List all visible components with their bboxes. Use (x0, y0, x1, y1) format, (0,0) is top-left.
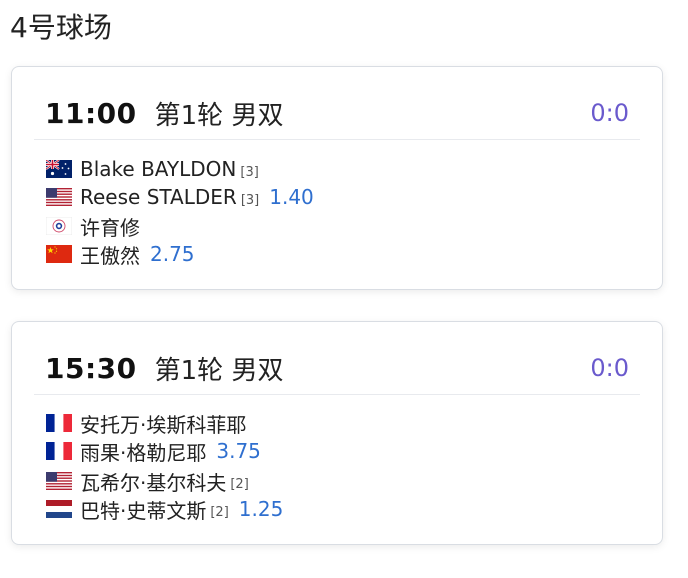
player-name: 王傲然 (80, 243, 140, 268)
team-odds[interactable]: 1.25 (239, 497, 284, 521)
player-row: 瓦希尔·基尔科夫 [2] (46, 467, 283, 495)
court-title: 4号球场 (10, 11, 112, 44)
team: 瓦希尔·基尔科夫 [2] 巴特·史蒂文斯 [2] 1.25 (46, 467, 283, 523)
match-round: 第1轮 男双 (154, 100, 284, 131)
player-name: 安托万·埃斯科菲耶 (80, 412, 247, 437)
australia-flag-icon (46, 160, 72, 178)
player-name: 许育修 (80, 215, 140, 240)
player-seed: [3] (240, 192, 260, 208)
match-score[interactable]: 0:0 (590, 99, 629, 127)
netherlands-flag-icon (46, 500, 72, 518)
divider (34, 394, 640, 395)
match-header: 11:00 第1轮 男双 0:0 (45, 93, 629, 133)
france-flag-icon (46, 414, 72, 432)
china-flag-icon (46, 245, 72, 263)
team-odds[interactable]: 3.75 (216, 439, 261, 463)
match-card[interactable]: 11:00 第1轮 男双 0:0 Blake BAYLDON [3] Reese… (11, 66, 663, 290)
player-row: 王傲然 2.75 (46, 240, 195, 268)
player-row: 安托万·埃斯科菲耶 (46, 409, 261, 437)
team-odds[interactable]: 1.40 (269, 185, 314, 209)
team: 安托万·埃斯科菲耶 雨果·格勒尼耶 3.75 (46, 409, 261, 465)
player-row: 雨果·格勒尼耶 3.75 (46, 437, 261, 465)
team: 许育修 王傲然 2.75 (46, 212, 195, 268)
player-row: 许育修 (46, 212, 195, 240)
team: Blake BAYLDON [3] Reese STALDER [3] 1.40 (46, 155, 314, 211)
player-name: 瓦希尔·基尔科夫 (80, 470, 227, 495)
player-name: Reese STALDER (80, 185, 237, 209)
match-score[interactable]: 0:0 (590, 354, 629, 382)
match-time: 11:00 (45, 96, 137, 130)
chinese-taipei-flag-icon (46, 217, 72, 235)
player-row: Blake BAYLDON [3] (46, 155, 314, 183)
divider (34, 139, 640, 140)
player-seed: [2] (210, 504, 229, 520)
match-card[interactable]: 15:30 第1轮 男双 0:0 安托万·埃斯科菲耶 雨果·格勒尼耶 3.75 … (11, 321, 663, 545)
player-seed: [2] (230, 476, 249, 492)
player-row: 巴特·史蒂文斯 [2] 1.25 (46, 495, 283, 523)
player-name: 雨果·格勒尼耶 (80, 440, 207, 465)
usa-flag-icon (46, 472, 72, 490)
player-row: Reese STALDER [3] 1.40 (46, 183, 314, 211)
match-time: 15:30 (45, 351, 137, 385)
player-name: Blake BAYLDON (80, 157, 237, 181)
team-odds[interactable]: 2.75 (150, 242, 195, 266)
france-flag-icon (46, 442, 72, 460)
match-header: 15:30 第1轮 男双 0:0 (45, 348, 629, 388)
player-name: 巴特·史蒂文斯 (80, 498, 207, 523)
player-seed: [3] (240, 164, 259, 180)
match-round: 第1轮 男双 (154, 355, 284, 386)
usa-flag-icon (46, 188, 72, 206)
